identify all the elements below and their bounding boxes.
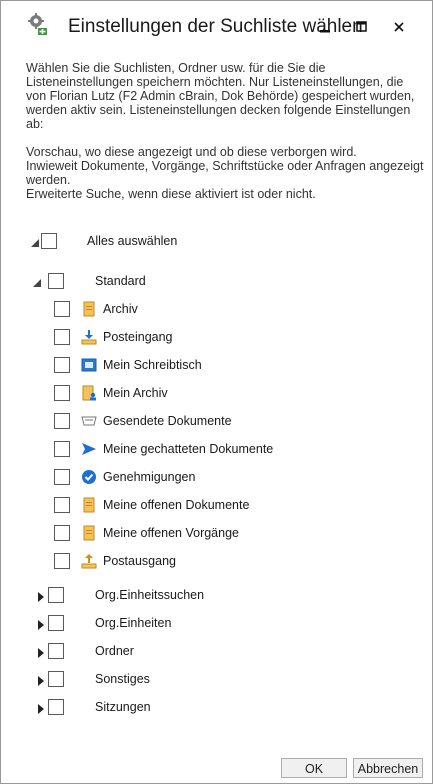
gechattete-dokumente-checkbox[interactable] [54, 441, 70, 457]
select-all-label: Alles auswählen [87, 234, 178, 248]
collapsed-toggle-icon[interactable] [35, 591, 47, 603]
org-einheiten-checkbox[interactable] [48, 615, 64, 631]
cancel-button[interactable]: Abbrechen [353, 758, 423, 778]
my-archive-icon [82, 385, 96, 401]
tree-item-label: Postausgang [103, 554, 176, 568]
archiv-checkbox[interactable] [54, 301, 70, 317]
tree-row-archiv: Archiv [1, 297, 433, 325]
approval-check-icon [82, 470, 96, 484]
tree-item-label: Meine offenen Dokumente [103, 498, 250, 512]
tree-group-label: Org.Einheitssuchen [95, 588, 205, 602]
inbox-icon [81, 330, 97, 345]
tree-item-label: Posteingang [103, 330, 173, 344]
sonstiges-checkbox[interactable] [48, 671, 64, 687]
settings-gear-add-icon [28, 13, 47, 35]
minimize-icon[interactable] [312, 15, 338, 39]
tree-item-label: Gesendete Dokumente [103, 414, 232, 428]
postausgang-checkbox[interactable] [54, 553, 70, 569]
close-icon[interactable] [386, 15, 412, 39]
tree-group-label: Org.Einheiten [95, 616, 172, 630]
tree-group-label: Sonstiges [95, 672, 150, 686]
offene-dokumente-checkbox[interactable] [54, 497, 70, 513]
standard-checkbox[interactable] [48, 273, 64, 289]
collapsed-toggle-icon[interactable] [35, 619, 47, 631]
tree-group-label: Sitzungen [95, 700, 151, 714]
ordner-checkbox[interactable] [48, 643, 64, 659]
sent-icon [81, 416, 97, 426]
tree-row-gesendete-dokumente: Gesendete Dokumente [1, 409, 433, 437]
posteingang-checkbox[interactable] [54, 329, 70, 345]
tree-row-gechattete-dokumente: Meine gechatteten Dokumente [1, 437, 433, 465]
tree-row-offene-vorgaenge: Meine offenen Vorgänge [1, 521, 433, 549]
expanded-toggle-icon[interactable] [29, 237, 41, 249]
tree-row-postausgang: Postausgang [1, 549, 433, 577]
tree-row-offene-dokumente: Meine offenen Dokumente [1, 493, 433, 521]
sitzungen-checkbox[interactable] [48, 699, 64, 715]
gesendete-dokumente-checkbox[interactable] [54, 413, 70, 429]
tree-row-ordner: Ordner [1, 639, 433, 667]
outbox-icon [81, 554, 97, 569]
standard-label: Standard [95, 274, 146, 288]
collapsed-toggle-icon[interactable] [35, 647, 47, 659]
tree-row-genehmigungen: Genehmigungen [1, 465, 433, 493]
description-line: Erweiterte Suche, wenn diese aktiviert i… [26, 187, 316, 201]
tree-item-label: Mein Archiv [103, 386, 168, 400]
tree-row-org-einheiten: Org.Einheiten [1, 611, 433, 639]
open-cases-icon [83, 525, 95, 541]
expanded-toggle-icon[interactable] [31, 277, 43, 289]
maximize-icon[interactable] [349, 15, 375, 39]
select-all-checkbox[interactable] [41, 233, 57, 249]
chat-arrow-icon [82, 443, 96, 455]
archive-icon [83, 301, 95, 317]
description-text: Wählen Sie die Suchlisten, Ordner usw. f… [26, 61, 426, 201]
tree-item-label: Mein Schreibtisch [103, 358, 202, 372]
tree-row-posteingang: Posteingang [1, 325, 433, 353]
tree-group-label: Ordner [95, 644, 134, 658]
ok-button[interactable]: OK [281, 758, 347, 778]
tree-item-label: Genehmigungen [103, 470, 196, 484]
tree-item-label: Meine gechatteten Dokumente [103, 442, 274, 456]
collapsed-toggle-icon[interactable] [35, 675, 47, 687]
collapsed-toggle-icon[interactable] [35, 703, 47, 715]
mein-schreibtisch-checkbox[interactable] [54, 357, 70, 373]
dialog-window: Einstellungen der Suchliste wählen Wähle… [0, 0, 433, 784]
tree-row-mein-schreibtisch: Mein Schreibtisch [1, 353, 433, 381]
desk-icon [81, 358, 97, 372]
offene-vorgaenge-checkbox[interactable] [54, 525, 70, 541]
tree-row-standard: Standard [1, 269, 433, 297]
description-line: Vorschau, wo diese angezeigt und ob dies… [26, 145, 357, 159]
title-bar: Einstellungen der Suchliste wählen [1, 1, 432, 59]
open-documents-icon [83, 497, 95, 513]
tree-item-label: Archiv [103, 302, 138, 316]
description-line: Inwieweit Dokumente, Vorgänge, Schriftst… [26, 159, 424, 187]
tree-row-sitzungen: Sitzungen [1, 695, 433, 723]
tree-row-org-einheitssuchen: Org.Einheitssuchen [1, 583, 433, 611]
org-einheitssuchen-checkbox[interactable] [48, 587, 64, 603]
genehmigungen-checkbox[interactable] [54, 469, 70, 485]
description-paragraph: Wählen Sie die Suchlisten, Ordner usw. f… [26, 61, 415, 131]
tree-row-mein-archiv: Mein Archiv [1, 381, 433, 409]
tree-row-select-all: Alles auswählen [1, 229, 433, 257]
mein-archiv-checkbox[interactable] [54, 385, 70, 401]
tree-row-sonstiges: Sonstiges [1, 667, 433, 695]
tree-item-label: Meine offenen Vorgänge [103, 526, 239, 540]
